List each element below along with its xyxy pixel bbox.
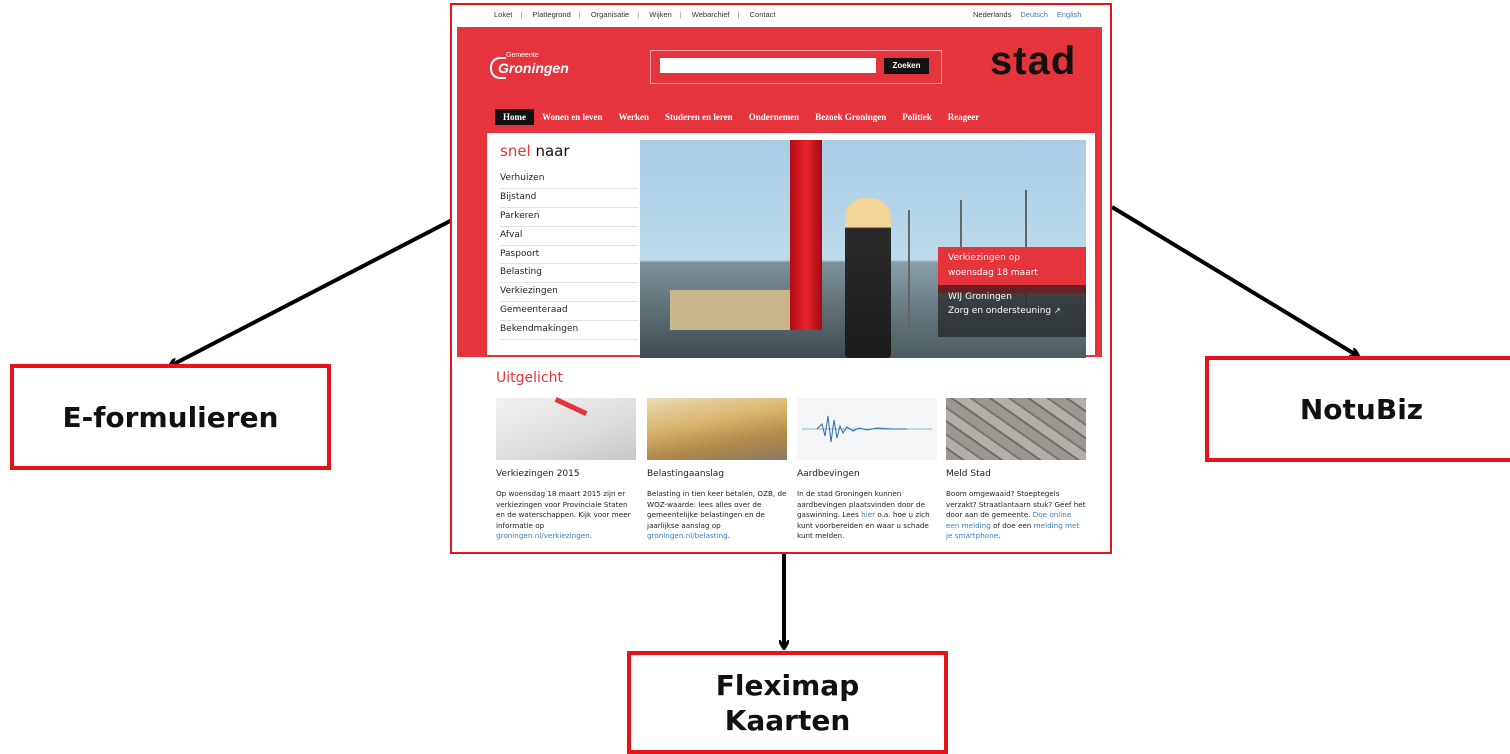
card-verkiezingen: Verkiezingen 2015 Op woensdag 18 maart 2… <box>496 397 636 542</box>
card-link[interactable]: groningen.nl/belasting <box>647 531 728 540</box>
card-text: Op woensdag 18 maart 2015 zijn er verkie… <box>496 489 631 541</box>
nav-ondernemen[interactable]: Ondernemen <box>741 109 808 125</box>
card-belastingaanslag: Belastingaanslag Belasting in tien keer … <box>647 398 787 542</box>
language-english[interactable]: English <box>1057 10 1082 19</box>
quick-link-paspoort[interactable]: Paspoort <box>500 246 638 265</box>
card-image-pavement[interactable] <box>946 398 1086 460</box>
card-image-money[interactable] <box>647 398 787 460</box>
logo-gemeente: Gemeente <box>506 52 539 59</box>
nav-wonen-en-leven[interactable]: Wonen en leven <box>534 109 611 125</box>
nav-studeren-en-leren[interactable]: Studeren en leren <box>657 109 741 125</box>
search-button[interactable]: Zoeken <box>884 58 929 74</box>
wij-overlay-line2: Zorg en ondersteuning ↗ <box>948 306 1061 316</box>
snel-naar-heading: snel naar <box>500 142 570 160</box>
photo-person <box>845 198 891 358</box>
photo-red-crayon <box>790 140 822 330</box>
language-nederlands[interactable]: Nederlands <box>973 10 1011 19</box>
quick-link-bekendmakingen[interactable]: Bekendmakingen <box>500 321 638 341</box>
card-link[interactable]: hier <box>861 510 875 519</box>
e-formulieren-box: E-formulieren <box>10 364 331 470</box>
wij-overlay-line1: WIJ Groningen <box>948 292 1012 302</box>
main-nav: Home Wonen en leven Werken Studeren en l… <box>495 109 987 125</box>
nav-reageer[interactable]: Reageer <box>940 109 987 125</box>
nav-politiek[interactable]: Politiek <box>894 109 940 125</box>
arrow-to-e-formulieren <box>170 218 453 366</box>
language-deutsch[interactable]: Deutsch <box>1020 10 1048 19</box>
card-title[interactable]: Meld Stad <box>946 469 1086 479</box>
quick-link-afval[interactable]: Afval <box>500 227 638 246</box>
card-title[interactable]: Verkiezingen 2015 <box>496 469 636 479</box>
uitgelicht-heading: Uitgelicht <box>496 370 563 386</box>
quick-link-bijstand[interactable]: Bijstand <box>500 189 638 208</box>
card-image-document[interactable] <box>496 397 636 460</box>
external-link-icon: ↗ <box>1054 306 1061 315</box>
utility-link-wijken[interactable]: Wijken <box>649 10 672 19</box>
utility-link-loket[interactable]: Loket <box>494 10 512 19</box>
elections-overlay-line1: Verkiezingen op <box>948 253 1020 263</box>
quick-link-verkiezingen[interactable]: Verkiezingen <box>500 283 638 303</box>
wij-groningen-overlay[interactable]: WIJ Groningen Zorg en ondersteuning ↗ <box>938 285 1086 337</box>
card-meld-stad: Meld Stad Boom omgewaaid? Stoeptegels ve… <box>946 398 1086 542</box>
card-aardbevingen: Aardbevingen In de stad Groningen kunnen… <box>797 398 937 542</box>
snel-word: snel <box>500 142 531 160</box>
quick-link-gemeenteraad[interactable]: Gemeenteraad <box>500 302 638 322</box>
card-text: In de stad Groningen kunnen aardbevingen… <box>797 489 930 541</box>
naar-word: naar <box>530 142 570 160</box>
search-area: Zoeken <box>650 50 942 84</box>
photo-facade <box>670 290 790 330</box>
stad-brand: stad <box>990 39 1077 83</box>
card-image-seismogram[interactable] <box>797 398 937 460</box>
quick-link-belasting[interactable]: Belasting <box>500 264 638 284</box>
card-link[interactable]: groningen.nl/verkiezingen <box>496 531 590 540</box>
logo-groningen: Groningen <box>498 60 569 76</box>
elections-overlay-line2: woensdag 18 maart <box>948 268 1038 278</box>
notubiz-label: NotuBiz <box>1299 392 1424 426</box>
utility-link-plattegrond[interactable]: Plattegrond <box>532 10 570 19</box>
website-screenshot: Loket | Plattegrond | Organisatie | Wijken |… <box>450 3 1112 554</box>
card-title[interactable]: Aardbevingen <box>797 469 937 479</box>
photo-flagpole <box>908 210 910 330</box>
utility-link-contact[interactable]: Contact <box>750 10 776 19</box>
language-switch: Nederlands Deutsch English <box>973 10 1081 19</box>
quick-link-verhuizen[interactable]: Verhuizen <box>500 170 638 189</box>
utility-link-organisatie[interactable]: Organisatie <box>591 10 629 19</box>
fleximap-label-line1: Fleximap <box>715 668 860 702</box>
card-text: Belasting in tien keer betalen, OZB, de … <box>647 489 787 541</box>
utility-nav: Loket | Plattegrond | Organisatie | Wijken |… <box>494 10 776 19</box>
card-title[interactable]: Belastingaanslag <box>647 469 787 479</box>
seismogram-graphic <box>802 415 932 443</box>
hero-photo: Verkiezingen op woensdag 18 maart WIJ Gr… <box>640 140 1086 358</box>
quick-link-parkeren[interactable]: Parkeren <box>500 208 638 227</box>
arrow-to-notubiz <box>1110 205 1358 356</box>
utility-link-webarchief[interactable]: Webarchief <box>692 10 730 19</box>
quick-links-list: Verhuizen Bijstand Parkeren Afval Paspoo… <box>500 170 638 341</box>
nav-bezoek-groningen[interactable]: Bezoek Groningen <box>807 109 894 125</box>
notubiz-box: NotuBiz <box>1205 356 1510 462</box>
fleximap-box: Fleximap Kaarten <box>627 651 948 754</box>
uitgelicht-section: Uitgelicht Verkiezingen 2015 Op woensdag… <box>487 360 1095 552</box>
search-input[interactable] <box>660 58 876 73</box>
e-formulieren-label: E-formulieren <box>62 400 279 434</box>
nav-werken[interactable]: Werken <box>611 109 658 125</box>
fleximap-label-line2: Kaarten <box>724 703 851 737</box>
nav-home[interactable]: Home <box>495 109 534 125</box>
card-text: Boom omgewaaid? Stoeptegels verzakt? Str… <box>946 489 1086 541</box>
